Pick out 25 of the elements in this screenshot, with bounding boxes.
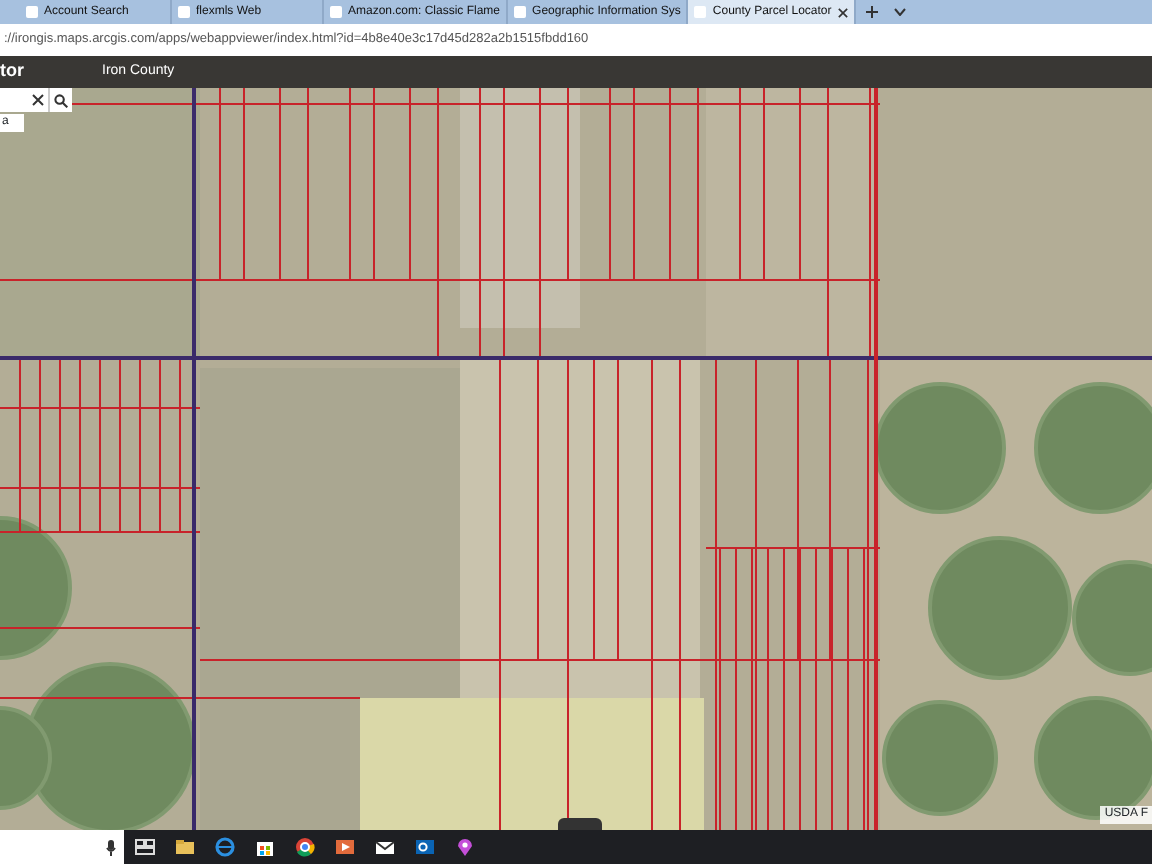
app-title: tor bbox=[0, 58, 26, 85]
media-icon[interactable] bbox=[333, 836, 355, 858]
folder-icon[interactable] bbox=[173, 836, 195, 858]
page-icon bbox=[694, 6, 707, 18]
mail-icon[interactable] bbox=[373, 836, 395, 858]
browser-icon[interactable] bbox=[213, 836, 235, 858]
outlook-icon[interactable] bbox=[413, 836, 435, 858]
clear-icon[interactable] bbox=[32, 93, 44, 106]
search-field[interactable] bbox=[0, 88, 72, 112]
close-icon[interactable] bbox=[837, 7, 848, 17]
search-icon[interactable] bbox=[48, 88, 72, 112]
map-pin-icon[interactable] bbox=[453, 836, 475, 858]
chevron-down-icon[interactable] bbox=[893, 8, 906, 16]
taskbar-search-field[interactable] bbox=[0, 830, 124, 864]
new-tab-icon[interactable] bbox=[865, 6, 878, 18]
collapse-handle[interactable] bbox=[558, 818, 602, 830]
page-icon bbox=[26, 6, 38, 18]
page-icon bbox=[330, 6, 342, 18]
chrome-icon[interactable] bbox=[293, 836, 315, 858]
satellite-map-drawing[interactable] bbox=[0, 88, 1152, 830]
page-icon bbox=[178, 6, 190, 18]
microphone-icon[interactable] bbox=[106, 839, 116, 855]
task-view-icon[interactable] bbox=[133, 836, 155, 858]
page-icon bbox=[514, 6, 527, 18]
shopping-bag-icon[interactable] bbox=[253, 836, 275, 858]
